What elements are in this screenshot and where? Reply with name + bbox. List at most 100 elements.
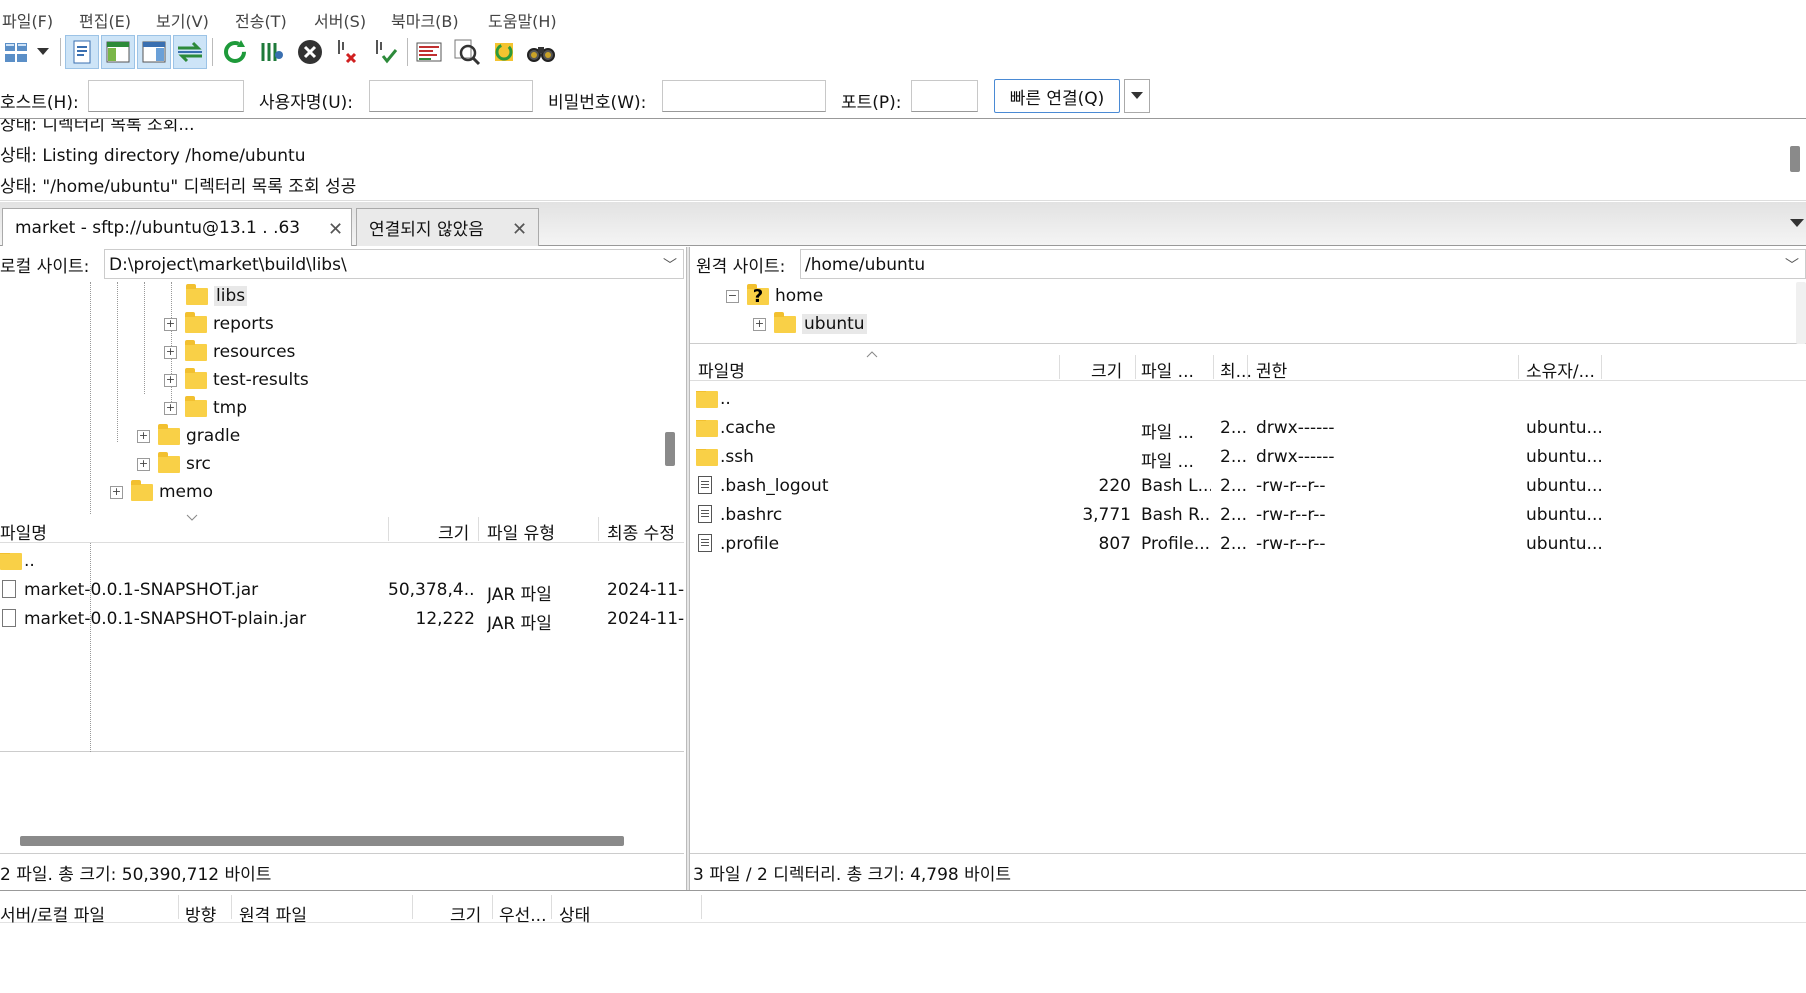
tree-item-tmp[interactable]: + tmp [164, 395, 247, 418]
message-log[interactable]: 상태: 디렉터리 목록 조회... 상태: Listing directory … [0, 118, 1806, 201]
tree-item-resources[interactable]: + resources [164, 339, 295, 362]
menu-file[interactable]: 파일(F) [2, 8, 53, 32]
expand-icon[interactable]: + [164, 373, 177, 387]
col-size[interactable]: 크기 [438, 519, 469, 544]
queue-col-status[interactable]: 상태 [559, 901, 590, 926]
list-item[interactable]: market-0.0.1-SNAPSHOT.jar 50,378,4... JA… [0, 578, 684, 605]
expand-icon[interactable]: + [164, 345, 177, 359]
list-item[interactable]: market-0.0.1-SNAPSHOT-plain.jar 12,222 J… [0, 607, 684, 634]
col-filename[interactable]: 파일명 [0, 519, 47, 544]
script-file-icon [698, 476, 712, 494]
password-input[interactable] [662, 80, 826, 112]
refresh-icon[interactable] [218, 35, 252, 69]
log-scrollbar[interactable] [1790, 146, 1800, 172]
list-item[interactable]: .profile 807 Profile... 2... -rw-r--r-- … [690, 532, 1806, 557]
find-files-icon[interactable] [524, 35, 558, 69]
chevron-down-icon[interactable]: ﹀ [1785, 255, 1799, 275]
tree-item-gradle[interactable]: + gradle [137, 423, 240, 446]
queue-col-remote[interactable]: 원격 파일 [239, 901, 307, 926]
tree-item-memo[interactable]: + memo [110, 479, 213, 502]
list-item[interactable]: .ssh 파일 ... 2... drwx------ ubuntu... [690, 445, 1806, 472]
tree-item-home[interactable]: − ? home [726, 283, 823, 307]
col-type[interactable]: 파일 유형 [487, 519, 555, 544]
folder-icon [131, 479, 153, 501]
close-icon[interactable]: ✕ [328, 219, 343, 240]
tree-item-test-results[interactable]: + test-results [164, 367, 309, 390]
local-tree-icon[interactable] [101, 35, 135, 69]
menu-help[interactable]: 도움말(H) [488, 8, 557, 32]
port-input[interactable] [911, 80, 978, 112]
local-path-combo[interactable]: D:\project\market\build\libs\ ﹀ [104, 249, 684, 279]
chevron-down-icon[interactable]: ﹀ [663, 255, 677, 275]
expand-icon[interactable]: + [164, 401, 177, 415]
col-filename[interactable]: 파일명 [698, 357, 745, 382]
folder-icon [158, 451, 180, 473]
remote-path: /home/ubuntu [805, 255, 926, 275]
queue-col-size[interactable]: 크기 [450, 901, 481, 926]
tab-list-chevron-icon[interactable] [1790, 219, 1804, 228]
tree-item-libs[interactable]: libs [186, 283, 248, 306]
remote-site-label: 원격 사이트: [696, 257, 786, 277]
queue-col-priority[interactable]: 우선... [499, 901, 547, 926]
disconnect-icon[interactable] [330, 35, 364, 69]
close-icon[interactable]: ✕ [512, 219, 527, 240]
list-item[interactable]: .bashrc 3,771 Bash R... 2... -rw-r--r-- … [690, 503, 1806, 528]
folder-icon [0, 553, 22, 570]
file-icon [2, 609, 16, 627]
tree-item-reports[interactable]: + reports [164, 311, 274, 334]
col-size[interactable]: 크기 [1091, 357, 1122, 382]
dropdown-arrow-icon[interactable] [32, 35, 54, 69]
expand-icon[interactable]: + [137, 429, 150, 443]
local-list-hscrollbar[interactable] [20, 836, 624, 846]
list-item[interactable]: .cache 파일 ... 2... drwx------ ubuntu... [690, 416, 1806, 443]
menu-view[interactable]: 보기(V) [156, 8, 209, 32]
transfer-queue[interactable]: 서버/로컬 파일 방향 원격 파일 크기 우선... 상태 [0, 890, 1806, 993]
tab-not-connected[interactable]: 연결되지 않았음 ✕ [356, 208, 539, 246]
list-item[interactable]: .. [690, 387, 1806, 412]
sort-desc-icon [186, 514, 198, 521]
col-owner[interactable]: 소유자/... [1526, 357, 1595, 382]
expand-icon[interactable]: + [137, 457, 150, 471]
expand-icon[interactable]: + [110, 485, 123, 499]
menu-transfer[interactable]: 전송(T) [235, 8, 287, 32]
sync-browse-icon[interactable] [487, 35, 521, 69]
remote-tree-icon[interactable] [137, 35, 171, 69]
filter-icon[interactable] [255, 35, 289, 69]
message-log-icon[interactable] [65, 35, 99, 69]
reconnect-icon[interactable] [368, 35, 402, 69]
cancel-icon[interactable] [293, 35, 327, 69]
site-manager-icon[interactable] [0, 35, 34, 69]
transfer-queue-icon[interactable] [173, 35, 207, 69]
password-label: 비밀번호(W): [548, 93, 647, 113]
expand-icon[interactable]: + [753, 317, 766, 331]
remote-tree[interactable]: − ? home + ubuntu [690, 282, 1806, 344]
menu-server[interactable]: 서버(S) [314, 8, 366, 32]
search-remote-icon[interactable] [450, 35, 484, 69]
directory-compare-icon[interactable] [412, 35, 446, 69]
col-modified[interactable]: 최종 수정 [607, 519, 675, 544]
toolbar [0, 34, 1806, 72]
queue-col-direction[interactable]: 방향 [185, 901, 216, 926]
menu-bookmarks[interactable]: 북마크(B) [391, 8, 459, 32]
username-input[interactable] [369, 80, 533, 112]
remote-path-combo[interactable]: /home/ubuntu ﹀ [800, 249, 1806, 279]
list-item[interactable]: .bash_logout 220 Bash L... 2... -rw-r--r… [690, 474, 1806, 499]
expand-icon[interactable]: + [164, 317, 177, 331]
quickconnect-button[interactable]: 빠른 연결(Q) [994, 79, 1120, 113]
list-item[interactable]: .. [0, 549, 684, 574]
queue-col-local[interactable]: 서버/로컬 파일 [0, 901, 105, 926]
log-line: 상태: Listing directory /home/ubuntu [0, 146, 306, 166]
col-permissions[interactable]: 권한 [1256, 357, 1287, 382]
folder-icon [185, 311, 207, 333]
tab-market[interactable]: market - sftp://ubuntu@13.1 . .63 ✕ [2, 208, 352, 246]
tree-item-src[interactable]: + src [137, 451, 211, 474]
collapse-icon[interactable]: − [726, 289, 739, 303]
tree-item-ubuntu[interactable]: + ubuntu [753, 311, 867, 334]
local-tree-scrollbar[interactable] [665, 432, 675, 466]
quickconnect-dropdown[interactable] [1124, 79, 1150, 113]
menu-bar: 파일(F) 편집(E) 보기(V) 전송(T) 서버(S) 북마크(B) 도움말… [0, 0, 1806, 34]
host-input[interactable] [88, 80, 244, 112]
menu-edit[interactable]: 편집(E) [79, 8, 131, 32]
folder-icon [696, 449, 718, 466]
col-type[interactable]: 파일 ... [1141, 357, 1194, 382]
